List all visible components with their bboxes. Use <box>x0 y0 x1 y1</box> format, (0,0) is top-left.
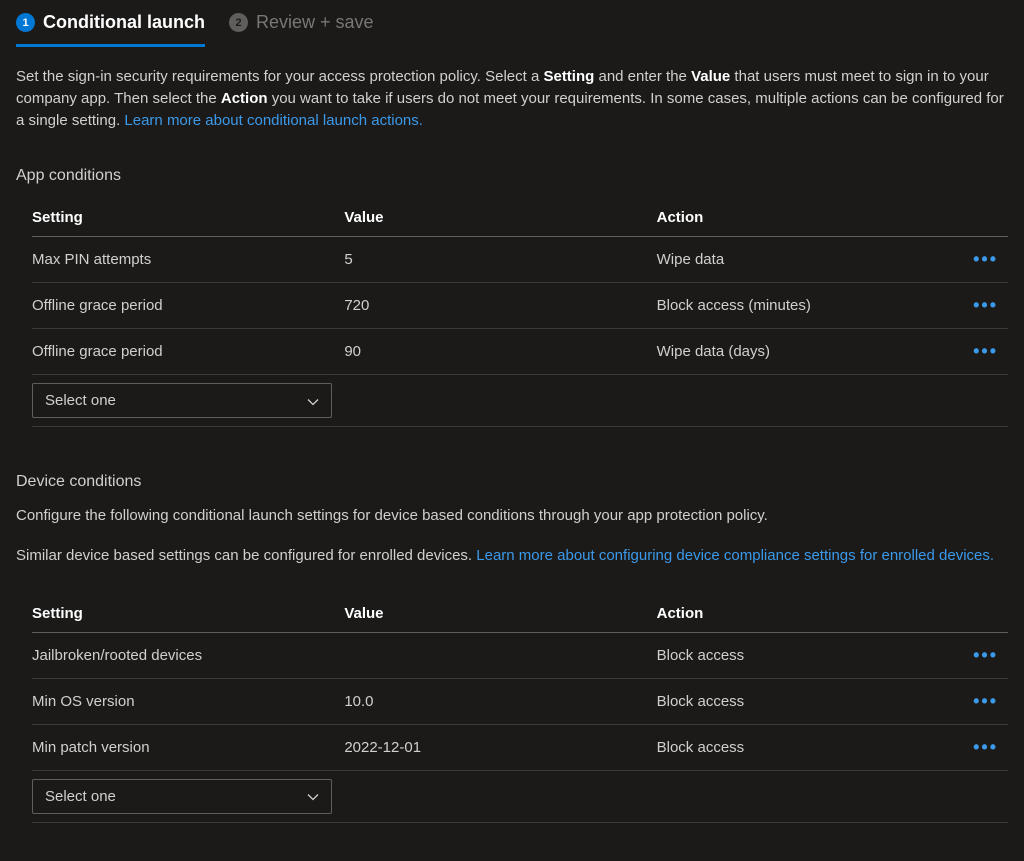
device-conditions-subtitle: Configure the following conditional laun… <box>16 505 1008 527</box>
header-setting: Setting <box>32 199 344 237</box>
header-action: Action <box>657 199 950 237</box>
cell-action: Block access <box>657 724 950 770</box>
cell-setting: Offline grace period <box>32 283 344 329</box>
cell-setting: Offline grace period <box>32 329 344 375</box>
cell-action: Block access <box>657 678 950 724</box>
table-row: Offline grace period 720 Block access (m… <box>32 283 1008 329</box>
cell-action: Block access <box>657 632 950 678</box>
device-setting-select[interactable]: Select one <box>32 779 332 814</box>
device-conditions-note: Similar device based settings can be con… <box>16 545 1008 567</box>
table-row: Offline grace period 90 Wipe data (days)… <box>32 329 1008 375</box>
table-row: Min patch version 2022-12-01 Block acces… <box>32 724 1008 770</box>
cell-setting: Min patch version <box>32 724 344 770</box>
more-options-icon[interactable]: ••• <box>973 691 1002 711</box>
cell-setting: Min OS version <box>32 678 344 724</box>
cell-action: Block access (minutes) <box>657 283 950 329</box>
cell-value: 2022-12-01 <box>344 724 656 770</box>
device-conditions-title: Device conditions <box>16 473 1008 491</box>
cell-value <box>344 632 656 678</box>
more-options-icon[interactable]: ••• <box>973 737 1002 757</box>
chevron-down-icon <box>307 395 319 407</box>
header-value: Value <box>344 595 656 633</box>
tab-conditional-launch[interactable]: 1 Conditional launch <box>16 12 205 47</box>
header-action: Action <box>657 595 950 633</box>
table-row: Max PIN attempts 5 Wipe data ••• <box>32 237 1008 283</box>
learn-more-conditional-link[interactable]: Learn more about conditional launch acti… <box>124 112 423 129</box>
app-conditions-title: App conditions <box>16 167 1008 185</box>
tab-bar: 1 Conditional launch 2 Review + save <box>0 0 1024 48</box>
app-conditions-table: Setting Value Action Max PIN attempts 5 … <box>32 199 1008 427</box>
cell-value: 5 <box>344 237 656 283</box>
table-row: Jailbroken/rooted devices Block access •… <box>32 632 1008 678</box>
select-placeholder: Select one <box>45 788 116 805</box>
cell-value: 90 <box>344 329 656 375</box>
cell-action: Wipe data (days) <box>657 329 950 375</box>
table-row: Min OS version 10.0 Block access ••• <box>32 678 1008 724</box>
chevron-down-icon <box>307 790 319 802</box>
cell-action: Wipe data <box>657 237 950 283</box>
cell-value: 10.0 <box>344 678 656 724</box>
tab-step-1-label: Conditional launch <box>43 12 205 33</box>
intro-text: Set the sign-in security requirements fo… <box>16 66 1008 131</box>
main-content: Set the sign-in security requirements fo… <box>0 48 1024 841</box>
cell-setting: Max PIN attempts <box>32 237 344 283</box>
table-row-add: Select one <box>32 770 1008 822</box>
tab-review-save[interactable]: 2 Review + save <box>229 12 374 47</box>
header-value: Value <box>344 199 656 237</box>
tab-step-2-label: Review + save <box>256 12 374 33</box>
table-row-add: Select one <box>32 375 1008 427</box>
tab-step-1-badge: 1 <box>16 13 35 32</box>
header-setting: Setting <box>32 595 344 633</box>
select-placeholder: Select one <box>45 392 116 409</box>
tab-step-2-badge: 2 <box>229 13 248 32</box>
cell-value: 720 <box>344 283 656 329</box>
more-options-icon[interactable]: ••• <box>973 295 1002 315</box>
app-setting-select[interactable]: Select one <box>32 383 332 418</box>
learn-more-compliance-link[interactable]: Learn more about configuring device comp… <box>476 547 994 564</box>
more-options-icon[interactable]: ••• <box>973 645 1002 665</box>
device-conditions-table: Setting Value Action Jailbroken/rooted d… <box>32 595 1008 823</box>
more-options-icon[interactable]: ••• <box>973 341 1002 361</box>
more-options-icon[interactable]: ••• <box>973 249 1002 269</box>
cell-setting: Jailbroken/rooted devices <box>32 632 344 678</box>
